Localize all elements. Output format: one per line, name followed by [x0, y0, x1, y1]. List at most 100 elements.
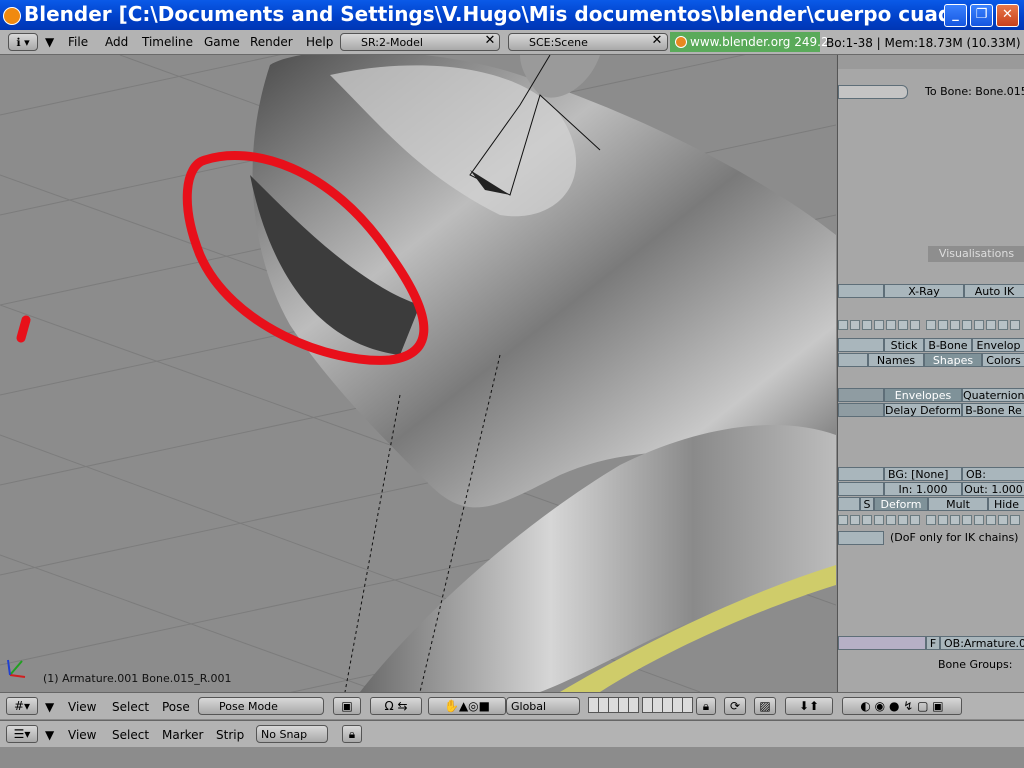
mult-button[interactable]: Mult — [928, 497, 988, 511]
menu-file[interactable]: File — [68, 35, 88, 49]
stick-button[interactable]: Stick — [884, 338, 924, 352]
keyframe-icons[interactable]: ⬇⬆ — [785, 697, 833, 715]
layers-grid-left[interactable] — [588, 697, 639, 715]
3d-viewport[interactable] — [0, 55, 836, 692]
scene-selector-label: SCE:Scene — [529, 36, 588, 49]
menu-select[interactable]: Select — [112, 700, 149, 714]
ob-field[interactable]: OB: — [962, 467, 1024, 481]
editor-type-info-icon[interactable]: ℹ ▾ — [8, 33, 38, 51]
screen-selector[interactable]: SR:2-Model — [340, 33, 500, 51]
deform-button[interactable]: Deform — [874, 497, 928, 511]
auto-ik-button[interactable]: Auto IK — [964, 284, 1024, 298]
url-text: www.blender.org 249.2 — [690, 35, 829, 49]
blank-toggle[interactable] — [838, 284, 884, 298]
viewport-canvas — [0, 55, 836, 692]
orientation-label: Global — [511, 700, 547, 713]
scene-selector[interactable]: SCE:Scene — [508, 33, 668, 51]
menu-timeline[interactable]: Timeline — [142, 35, 193, 49]
bone-layers-left[interactable] — [838, 515, 920, 525]
bbone-button[interactable]: B-Bone — [924, 338, 972, 352]
collapse-arrow-icon[interactable]: ▼ — [45, 728, 54, 742]
panel-tab-icons[interactable]: ◐ ◉ ● ↯ ▢ ▣ — [842, 697, 962, 715]
shapes-button[interactable]: Shapes — [924, 353, 982, 367]
pivot-icon[interactable]: Ω ⇆ — [370, 697, 422, 715]
bg-selector[interactable]: BG: [None] — [884, 467, 962, 481]
layer-buttons-right[interactable] — [926, 320, 1020, 330]
opengl-render-icon[interactable]: ▨ — [754, 697, 776, 715]
mode-label: Pose Mode — [219, 700, 278, 713]
bbone-rest-button[interactable]: B-Bone Re — [962, 403, 1024, 417]
colors-button[interactable]: Colors — [982, 353, 1024, 367]
menu-add[interactable]: Add — [105, 35, 128, 49]
viewport-object-info: (1) Armature.001 Bone.015_R.001 — [43, 672, 232, 685]
menu-select[interactable]: Select — [112, 728, 149, 742]
close-button[interactable]: ✕ — [996, 4, 1019, 27]
dof-note: (DoF only for IK chains) — [890, 531, 1019, 544]
in-value-field[interactable]: In: 1.000 — [884, 482, 962, 496]
bone-groups-label: Bone Groups: — [938, 658, 1013, 671]
lock-icon[interactable]: 🔒︎ — [342, 725, 362, 743]
collapse-arrow-icon[interactable]: ▼ — [45, 700, 54, 714]
bone-layers-right[interactable] — [926, 515, 1020, 525]
deform-blank[interactable] — [838, 388, 884, 402]
scene-stats: Bo:1-38 | Mem:18.73M (10.33M) — [826, 36, 1021, 50]
to-bone-label: To Bone: Bone.015_R — [925, 85, 1024, 98]
out-value-field[interactable]: Out: 1.000 — [962, 482, 1024, 496]
window-titlebar: Blender [C:\Documents and Settings\V.Hug… — [0, 0, 1024, 30]
blender-url[interactable]: www.blender.org 249.2 — [670, 32, 829, 52]
panel-header — [838, 55, 1024, 69]
snap-selector[interactable]: No Snap — [256, 725, 328, 743]
delay-deform-button[interactable]: Delay Deform — [884, 403, 962, 417]
menu-strip[interactable]: Strip — [216, 728, 244, 742]
fake-user-toggle[interactable]: F — [926, 636, 940, 650]
blank-button[interactable] — [838, 353, 868, 367]
envelopes-button[interactable]: Envelopes — [884, 388, 962, 402]
menu-view[interactable]: View — [68, 700, 96, 714]
lock-icon[interactable]: 🔒︎ — [696, 697, 716, 715]
menu-marker[interactable]: Marker — [162, 728, 203, 742]
mode-selector[interactable]: Pose Mode — [198, 697, 324, 715]
menu-render[interactable]: Render — [250, 35, 293, 49]
bone-blank[interactable] — [838, 467, 884, 481]
render-icon[interactable]: ⟳ — [724, 697, 746, 715]
layer-buttons-left[interactable] — [838, 320, 920, 330]
menu-view[interactable]: View — [68, 728, 96, 742]
draw-type-icon[interactable]: ▣ — [333, 697, 361, 715]
timeline-area[interactable] — [0, 747, 1024, 768]
maximize-button[interactable]: ❐ — [970, 4, 993, 27]
names-button[interactable]: Names — [868, 353, 924, 367]
vgroup-field[interactable] — [838, 636, 926, 650]
armature-object-field[interactable]: OB:Armature.001 — [940, 636, 1024, 650]
screen-delete-icon[interactable]: ✕ — [483, 34, 497, 48]
snap-label: No Snap — [261, 728, 308, 741]
scene-delete-icon[interactable]: ✕ — [650, 34, 664, 48]
editor-type-3d-icon[interactable]: #▾ — [6, 697, 38, 715]
menu-game[interactable]: Game — [204, 35, 240, 49]
blank-s[interactable] — [838, 497, 860, 511]
window-title: Blender [C:\Documents and Settings\V.Hug… — [24, 2, 944, 26]
quaternion-button[interactable]: Quaternion — [962, 388, 1024, 402]
envelope-button[interactable]: Envelop — [972, 338, 1024, 352]
editor-type-timeline-icon[interactable]: ☰▾ — [6, 725, 38, 743]
properties-panel: To Bone: Bone.015_R Visualisations X-Ray… — [837, 55, 1024, 692]
manipulator-icons[interactable]: ✋▲◎■ — [428, 697, 506, 715]
in-blank[interactable] — [838, 482, 884, 496]
minimize-button[interactable]: _ — [944, 4, 967, 27]
menu-help[interactable]: Help — [306, 35, 333, 49]
s-toggle[interactable]: S — [860, 497, 874, 511]
timeline-header: ☰▾ ▼ View Select Marker Strip No Snap 🔒︎ — [0, 720, 1024, 747]
menu-pose[interactable]: Pose — [162, 700, 190, 714]
xray-button[interactable]: X-Ray — [884, 284, 964, 298]
parent-field[interactable] — [838, 85, 908, 99]
orientation-selector[interactable]: Global — [506, 697, 580, 715]
collapse-arrow-icon[interactable]: ▼ — [45, 35, 54, 49]
screen-selector-label: SR:2-Model — [361, 36, 423, 49]
3d-view-header: #▾ ▼ View Select Pose Pose Mode ▣ Ω ⇆ ✋▲… — [0, 692, 1024, 719]
layers-grid-right[interactable] — [642, 697, 693, 715]
blender-logo-icon — [675, 36, 687, 48]
draw-blank[interactable] — [838, 338, 884, 352]
hide-button[interactable]: Hide — [988, 497, 1024, 511]
deform-blank-2[interactable] — [838, 403, 884, 417]
tab-visualisations[interactable]: Visualisations — [928, 246, 1024, 262]
dof-blank[interactable] — [838, 531, 884, 545]
